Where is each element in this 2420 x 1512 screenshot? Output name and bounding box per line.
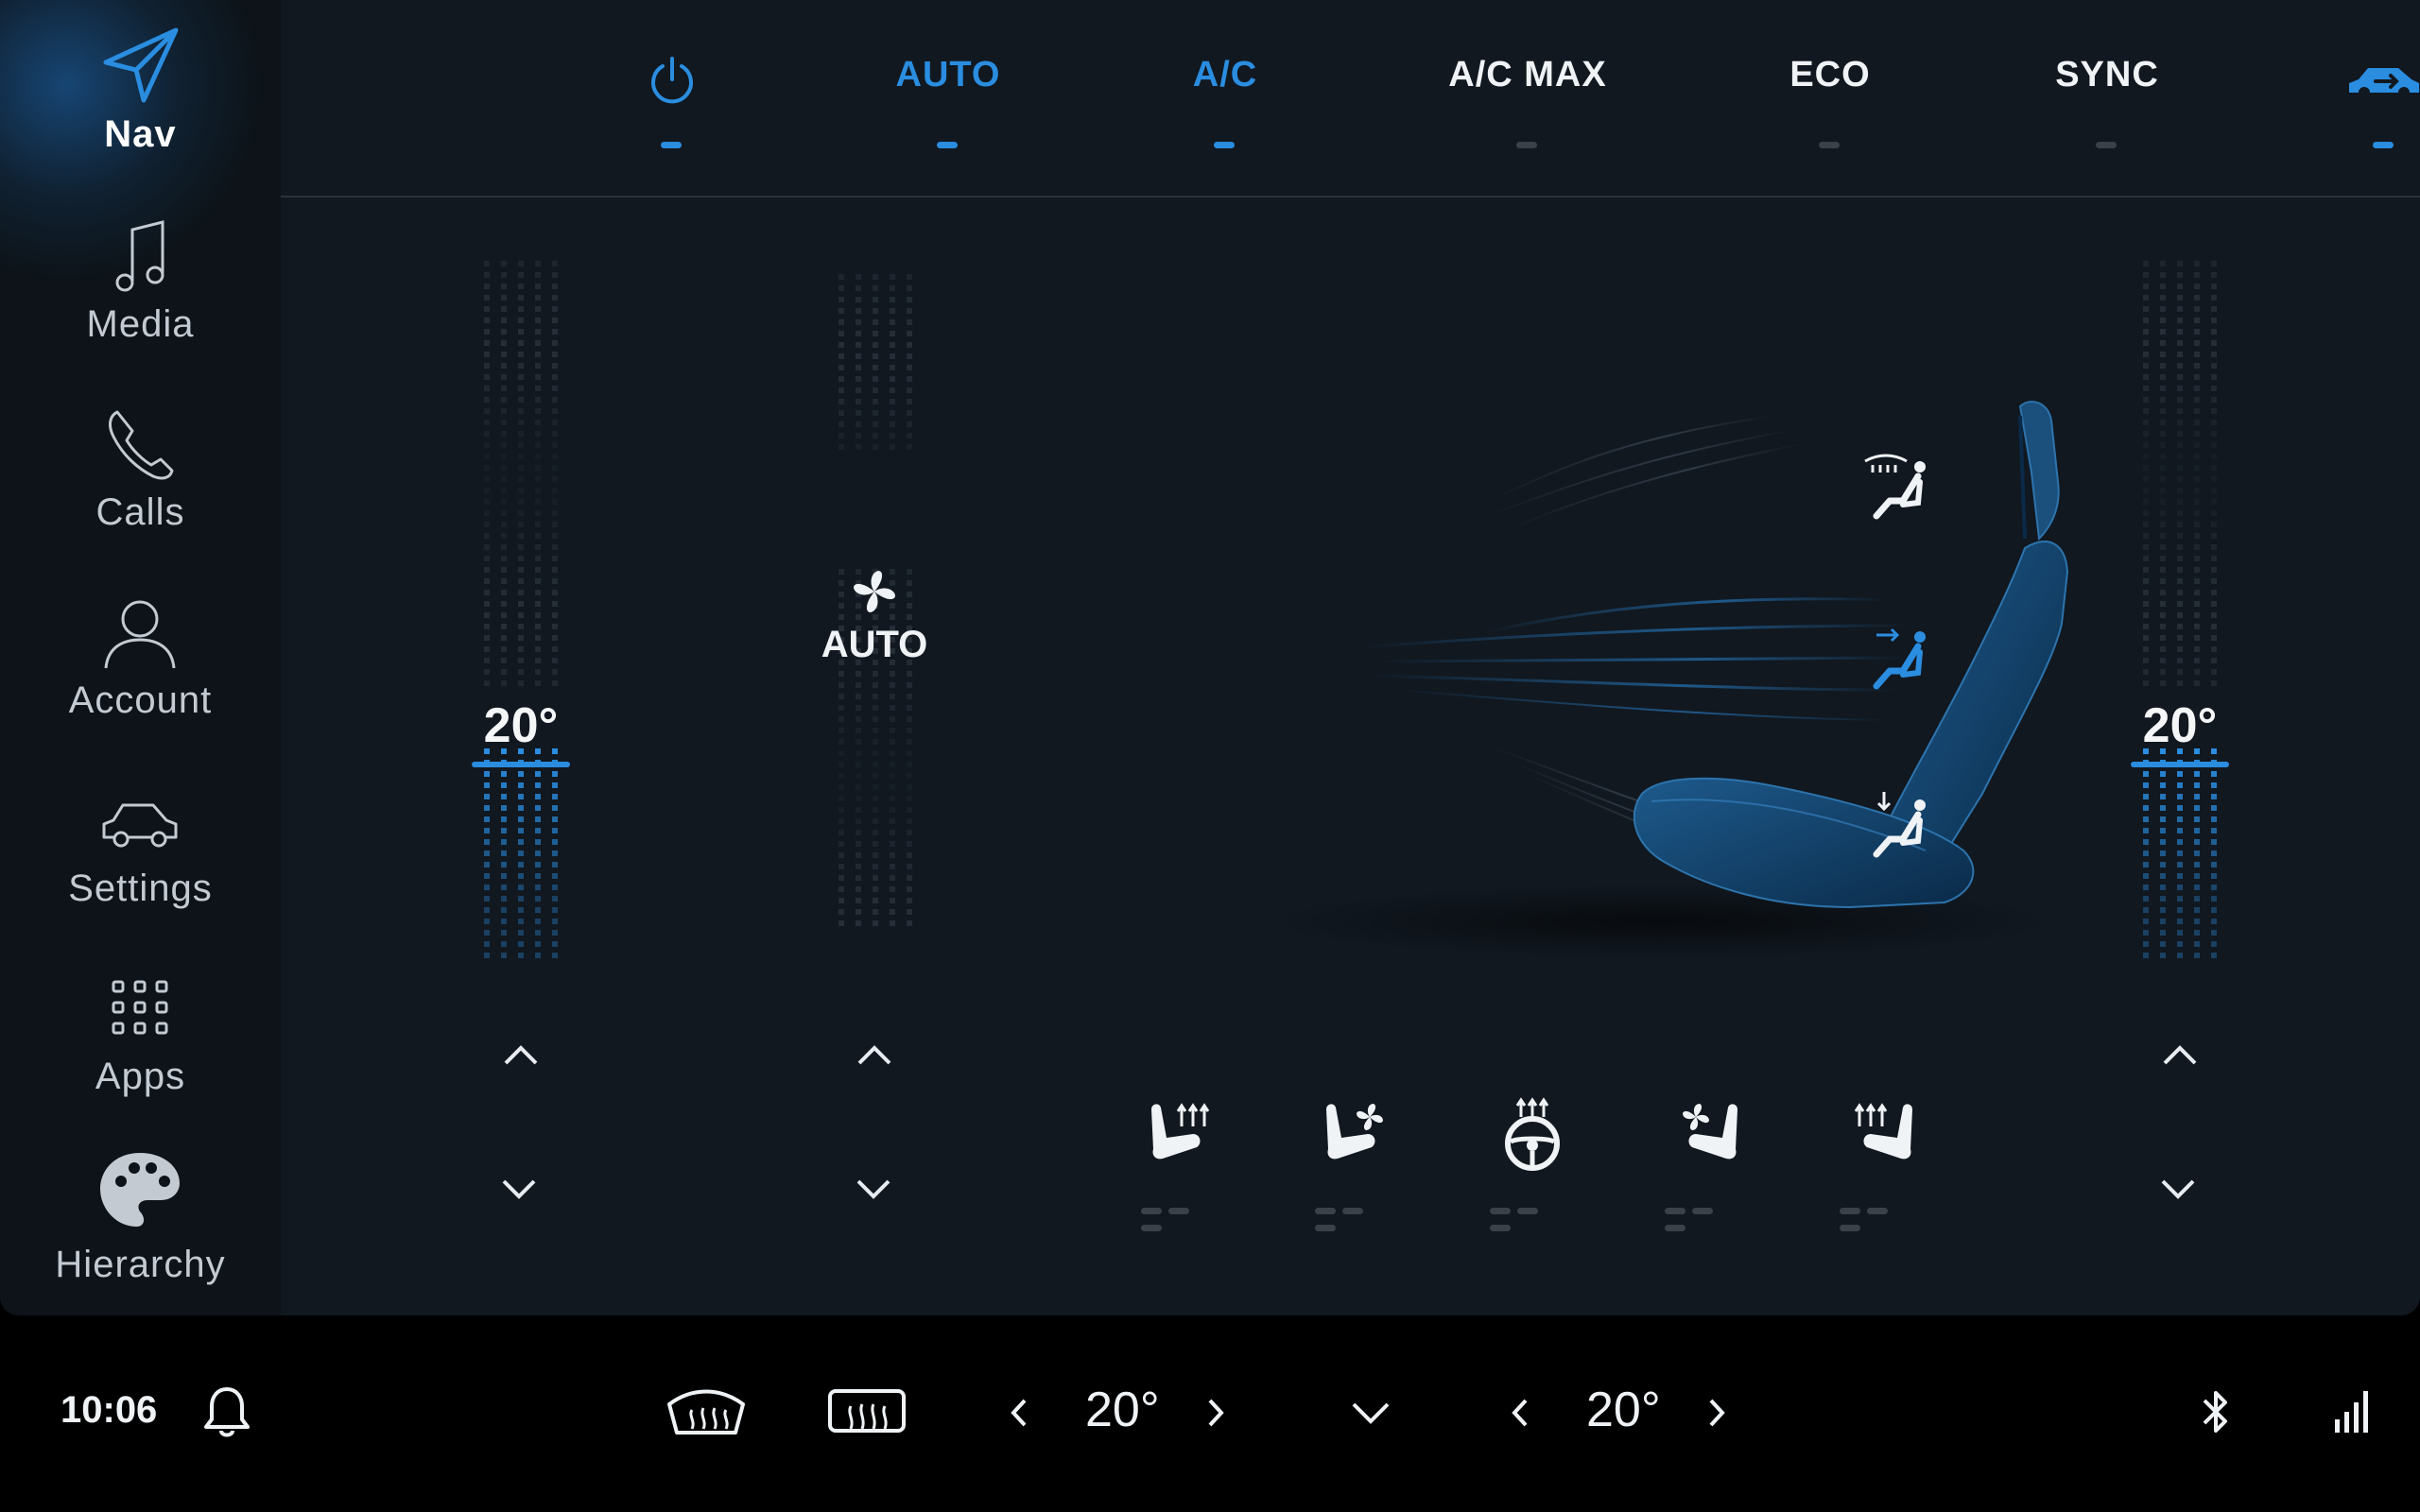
ac-indicator [1214,142,1235,148]
right-temp-value: 20° [2142,698,2218,753]
car-icon [102,803,178,848]
sidebar-item-media[interactable]: Media [0,188,281,376]
expand-climate-button[interactable] [1342,1389,1399,1436]
user-icon [104,600,176,669]
windshield-defrost-icon[interactable] [664,1382,749,1444]
seat-ventilation-right-icon[interactable] [1664,1096,1749,1172]
navigation-arrow-icon [103,27,179,103]
sidebar-item-apps[interactable]: Apps [0,940,281,1128]
windshield-airflow-icon[interactable] [1856,446,1941,531]
sidebar-item-nav[interactable]: Nav [0,0,281,188]
dot-scale [484,261,558,958]
right-temp-down-button[interactable] [2140,1160,2216,1217]
fan-down-button[interactable] [836,1160,911,1217]
power-indicator [661,142,682,148]
left-temp-level [472,762,570,767]
seat-heat-right-level [1840,1202,1921,1231]
right-temp-readout: 20° [1586,1383,1661,1437]
recirculation-indicator [2373,142,2394,148]
clock: 10:06 [60,1389,158,1431]
left-temp-value: 20° [483,698,559,753]
sidebar-item-calls[interactable]: Calls [0,376,281,564]
sidebar-item-label: Settings [68,868,213,909]
right-temp-increase-button[interactable] [1698,1389,1736,1436]
climate-panel: AUTO A/C A/C MAX ECO SYNC 20° AUTO 20° [281,0,2420,1315]
sidebar-item-label: Nav [104,113,177,155]
power-button[interactable] [568,38,776,170]
sidebar-item-hierarchy[interactable]: Hierarchy [0,1128,281,1315]
left-temp-down-button[interactable] [481,1160,557,1217]
right-temp-decrease-button[interactable] [1501,1389,1539,1436]
palette-icon [100,1153,180,1227]
apps-grid-icon [112,980,168,1035]
ac-max-button[interactable]: A/C MAX [1424,38,1632,170]
auto-label: AUTO [895,55,1001,94]
sidebar-item-settings[interactable]: Settings [0,752,281,940]
sidebar-item-label: Account [68,679,213,721]
left-temp-scale[interactable] [482,261,567,969]
ac-max-label: A/C MAX [1448,55,1607,94]
screen: Nav Media Calls Account Settings Apps Hi… [0,0,2420,1315]
bluetooth-icon[interactable] [2195,1385,2237,1440]
seat-heat-left-icon[interactable] [1140,1096,1225,1172]
right-temp-up-button[interactable] [2142,1023,2218,1080]
right-temp-level [2131,762,2229,767]
steering-wheel-heat-icon[interactable] [1490,1096,1575,1172]
signal-strength-icon [2335,1391,2368,1433]
sidebar-item-label: Hierarchy [55,1244,226,1285]
left-temp-readout: 20° [1085,1383,1160,1437]
bottom-bar: 10:06 20° 20° [0,1315,2420,1512]
phone-icon [109,410,174,480]
sidebar-item-account[interactable]: Account [0,564,281,752]
right-temp-scale[interactable] [2141,261,2226,969]
seat-ventilation-left-level [1315,1202,1396,1231]
music-note-icon [115,220,164,292]
feet-airflow-icon[interactable] [1856,784,1941,869]
car-recirculation-icon [2349,68,2419,98]
dot-scale [2143,261,2217,958]
sidebar-item-label: Calls [95,491,185,533]
eco-button[interactable]: ECO [1726,38,1934,170]
eco-label: ECO [1789,55,1871,94]
auto-button[interactable]: AUTO [844,38,1052,170]
sidebar: Nav Media Calls Account Settings Apps Hi… [0,0,281,1315]
power-icon [651,57,693,104]
sidebar-item-label: Media [86,303,195,345]
fan-up-button[interactable] [837,1023,912,1080]
fan-icon [854,571,895,612]
seat-heat-left-level [1141,1202,1222,1231]
fan-auto-label: AUTO [821,624,928,665]
sidebar-item-label: Apps [95,1056,186,1097]
rear-defrost-icon[interactable] [824,1382,909,1444]
ac-max-indicator [1516,142,1537,148]
recirculation-button[interactable] [2280,38,2420,170]
left-temp-increase-button[interactable] [1197,1389,1235,1436]
climate-mode-bar: AUTO A/C A/C MAX ECO SYNC [281,0,2420,198]
eco-indicator [1819,142,1840,148]
ac-button[interactable]: A/C [1121,38,1329,170]
left-temp-up-button[interactable] [483,1023,559,1080]
sync-indicator [2096,142,2117,148]
seat-heat-right-icon[interactable] [1839,1096,1924,1172]
steering-wheel-heat-level [1490,1202,1571,1231]
seat-ventilation-right-level [1665,1202,1746,1231]
auto-indicator [937,142,958,148]
ac-label: A/C [1192,55,1258,94]
sync-label: SYNC [2055,55,2159,94]
face-airflow-icon[interactable] [1856,616,1941,701]
notification-bell-icon[interactable] [200,1383,253,1440]
seat-ventilation-left-icon[interactable] [1315,1096,1400,1172]
left-temp-decrease-button[interactable] [1000,1389,1038,1436]
seat-illustration [1264,401,2069,959]
sync-button[interactable]: SYNC [2003,38,2211,170]
